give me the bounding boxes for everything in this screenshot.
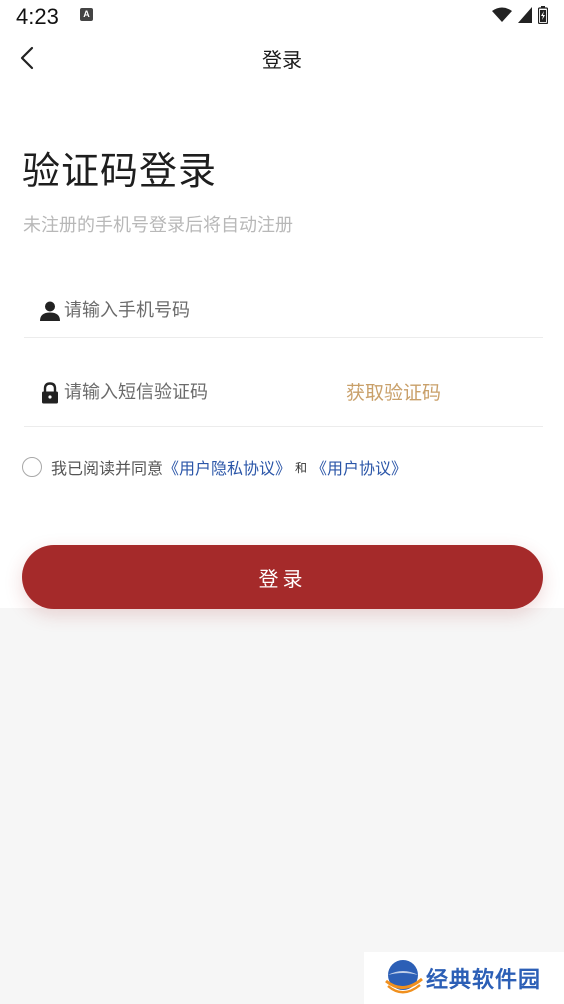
status-icons	[492, 6, 548, 24]
battery-icon	[538, 6, 548, 24]
code-row: 获取验证码	[24, 366, 543, 427]
watermark: 经典软件园	[364, 952, 564, 1004]
login-button[interactable]: 登录	[22, 545, 543, 609]
status-bar: 4:23 A	[0, 0, 564, 34]
signal-icon	[518, 7, 532, 23]
privacy-policy-link[interactable]: 《用户隐私协议》	[163, 455, 291, 479]
get-code-button[interactable]: 获取验证码	[346, 378, 441, 405]
globe-logo-icon	[385, 960, 423, 994]
page-title: 验证码登录	[22, 149, 218, 193]
login-screen: 4:23 A 登录 验证码登录 未注册的手机号登录后将自动注册 请输入手机号码 …	[0, 0, 564, 1004]
page-subtitle: 未注册的手机号登录后将自动注册	[23, 215, 293, 236]
notification-a-icon: A	[80, 8, 93, 21]
agree-prefix: 我已阅读并同意	[51, 459, 164, 478]
agree-and: 和	[295, 460, 308, 475]
status-time: 4:23	[16, 4, 59, 29]
lock-icon	[42, 382, 58, 404]
login-card: 4:23 A 登录 验证码登录 未注册的手机号登录后将自动注册 请输入手机号码 …	[0, 0, 564, 609]
nav-title: 登录	[262, 48, 302, 72]
phone-row	[24, 284, 543, 338]
back-button[interactable]	[14, 42, 44, 74]
chevron-left-icon	[20, 46, 34, 70]
sms-code-input[interactable]	[64, 378, 324, 406]
wifi-icon	[492, 7, 512, 22]
user-icon	[40, 301, 60, 321]
agreement-row: 我已阅读并同意 《用户隐私协议》 和 《用户协议》	[22, 454, 407, 480]
watermark-text: 经典软件园	[426, 968, 542, 993]
user-agreement-link[interactable]: 《用户协议》	[311, 455, 407, 479]
phone-input[interactable]	[64, 296, 524, 324]
agree-checkbox[interactable]	[22, 457, 42, 477]
